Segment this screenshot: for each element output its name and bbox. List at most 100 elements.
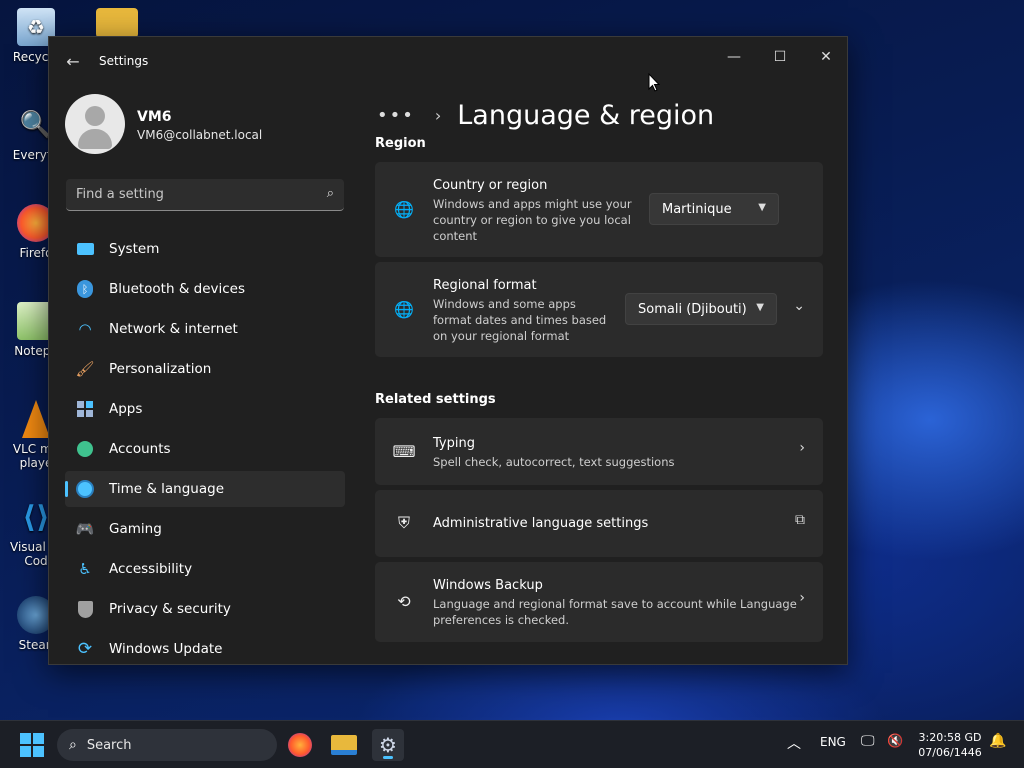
typing-desc: Spell check, autocorrect, text suggestio…: [433, 455, 675, 469]
folder-icon: [331, 735, 357, 755]
country-desc-line-3: content: [433, 229, 478, 243]
format-title: Regional format: [433, 278, 537, 293]
globe-clock-icon: [75, 479, 95, 499]
country-value: Martinique: [662, 201, 732, 217]
sidebar-nav: System ᛒ Bluetooth & devices ◠ Network &…: [65, 231, 345, 664]
sidebar-item-time-language[interactable]: Time & language: [65, 471, 345, 507]
country-region-card: 🌐 Country or region Windows and apps mig…: [375, 162, 823, 257]
gear-icon: ⚙: [379, 733, 397, 757]
taskbar-search-label: Search: [86, 737, 132, 753]
backup-desc-line-1: Language and regional format save to acc…: [433, 597, 797, 611]
country-title: Country or region: [433, 178, 548, 193]
chevron-right-icon: ›: [799, 440, 805, 456]
chevron-right-icon: ›: [434, 105, 442, 125]
mouse-cursor-icon: [648, 73, 660, 92]
system-icon: [75, 239, 95, 259]
backup-icon: ⟲: [397, 591, 411, 611]
sidebar-item-accounts[interactable]: Accounts: [65, 431, 345, 467]
brush-icon: 🖌: [75, 360, 95, 378]
page-title: Language & region: [457, 99, 715, 131]
format-value: Somali (Djibouti): [638, 301, 747, 317]
back-arrow-icon[interactable]: ←: [63, 51, 83, 71]
typing-title: Typing: [433, 436, 475, 451]
globe-icon: 🌐: [394, 199, 414, 219]
accounts-icon: [75, 439, 95, 459]
taskbar-clock[interactable]: 3:20:58 GD 07/06/1446: [914, 730, 986, 760]
wifi-icon: ◠: [78, 320, 92, 338]
backup-desc-line-2: preferences is checked.: [433, 613, 569, 627]
chevron-down-icon: ▼: [756, 302, 764, 313]
sidebar-item-windows-update[interactable]: ⟳ Windows Update: [65, 631, 345, 664]
breadcrumb: ••• › Language & region: [377, 95, 837, 135]
window-title: Settings: [99, 54, 149, 68]
chevron-down-icon: ▼: [758, 202, 766, 213]
shield-icon: [75, 599, 95, 619]
sidebar-item-label: Personalization: [109, 361, 212, 377]
language-format-icon: 🌐: [394, 299, 414, 319]
profile-email: VM6@collabnet.local: [137, 128, 263, 142]
admin-language-card[interactable]: ⛨ Administrative language settings ⧉: [375, 490, 823, 557]
admin-title: Administrative language settings: [433, 516, 649, 531]
sidebar-item-label: Bluetooth & devices: [109, 281, 246, 297]
sidebar-item-system[interactable]: System: [65, 231, 345, 267]
firefox-icon: [288, 733, 312, 757]
profile-name: VM6: [137, 109, 172, 125]
avatar: [65, 94, 125, 154]
language-indicator[interactable]: ENG: [820, 735, 846, 749]
admin-shield-icon: ⛨: [397, 513, 410, 532]
close-button[interactable]: ✕: [803, 41, 847, 73]
settings-window: ← Settings — ☐ ✕ VM6 VM6@collabnet.local…: [48, 36, 848, 665]
sidebar-item-privacy[interactable]: Privacy & security: [65, 591, 345, 627]
taskbar-firefox[interactable]: [284, 729, 316, 761]
taskbar-settings[interactable]: ⚙: [372, 729, 404, 761]
sidebar-item-label: System: [109, 241, 160, 257]
region-heading: Region: [375, 137, 426, 151]
maximize-button[interactable]: ☐: [757, 41, 803, 73]
breadcrumb-more-button[interactable]: •••: [377, 105, 415, 126]
sidebar-item-apps[interactable]: Apps: [65, 391, 345, 427]
sidebar-item-gaming[interactable]: 🎮 Gaming: [65, 511, 345, 547]
search-icon: ⌕: [69, 737, 77, 753]
sidebar-item-label: Accessibility: [109, 561, 193, 577]
country-region-dropdown[interactable]: Martinique ▼: [649, 193, 779, 225]
bluetooth-icon: ᛒ: [75, 279, 95, 299]
start-button[interactable]: [16, 729, 48, 761]
search-icon[interactable]: ⌕: [327, 186, 334, 201]
sidebar-item-label: Apps: [109, 401, 143, 417]
sidebar-item-label: Accounts: [109, 441, 171, 457]
typing-card[interactable]: ⌨ Typing Spell check, autocorrect, text …: [375, 418, 823, 485]
sidebar-item-network[interactable]: ◠ Network & internet: [65, 311, 345, 347]
regional-format-card: 🌐 Regional format Windows and some apps …: [375, 262, 823, 357]
sidebar-item-bluetooth[interactable]: ᛒ Bluetooth & devices: [65, 271, 345, 307]
accessibility-icon: ♿: [78, 560, 92, 578]
related-settings-heading: Related settings: [375, 392, 496, 407]
sidebar-item-label: Time & language: [109, 481, 225, 497]
sidebar-item-accessibility[interactable]: ♿ Accessibility: [65, 551, 345, 587]
minimize-button[interactable]: —: [711, 41, 757, 73]
notification-bell-icon[interactable]: 🔔: [989, 733, 1006, 749]
network-icon[interactable]: 🖵: [861, 733, 875, 749]
taskbar-search[interactable]: ⌕ Search: [57, 729, 277, 761]
regional-format-dropdown[interactable]: Somali (Djibouti) ▼: [625, 293, 777, 325]
sidebar-item-label: Privacy & security: [109, 601, 231, 617]
external-link-icon: ⧉: [795, 512, 805, 528]
taskbar-file-explorer[interactable]: [328, 729, 360, 761]
format-desc-line-1: Windows and some apps: [433, 297, 576, 311]
sidebar-item-personalization[interactable]: 🖌 Personalization: [65, 351, 345, 387]
gamepad-icon: 🎮: [75, 520, 95, 538]
format-desc-line-3: on your regional format: [433, 329, 570, 343]
title-bar: ← Settings — ☐ ✕: [49, 37, 847, 85]
tray-chevron-up-icon[interactable]: ︿: [787, 733, 801, 753]
clock-date: 07/06/1446: [918, 746, 982, 759]
clock-time: 3:20:58 GD: [918, 731, 982, 744]
windows-logo-icon: [20, 733, 44, 757]
volume-muted-icon[interactable]: 🔇: [887, 734, 903, 749]
windows-backup-card[interactable]: ⟲ Windows Backup Language and regional f…: [375, 562, 823, 642]
country-desc-line-2: country or region to give you local: [433, 213, 631, 227]
expand-chevron-icon[interactable]: ⌄: [793, 298, 805, 314]
user-profile[interactable]: VM6 VM6@collabnet.local: [65, 94, 345, 154]
taskbar: ⌕ Search ⚙ ︿ ENG 🖵 🔇 3:20:58 GD 07/06/14…: [0, 720, 1024, 768]
sidebar-item-label: Network & internet: [109, 321, 238, 337]
search-input[interactable]: [76, 187, 306, 202]
find-setting-box: ⌕: [66, 179, 344, 211]
